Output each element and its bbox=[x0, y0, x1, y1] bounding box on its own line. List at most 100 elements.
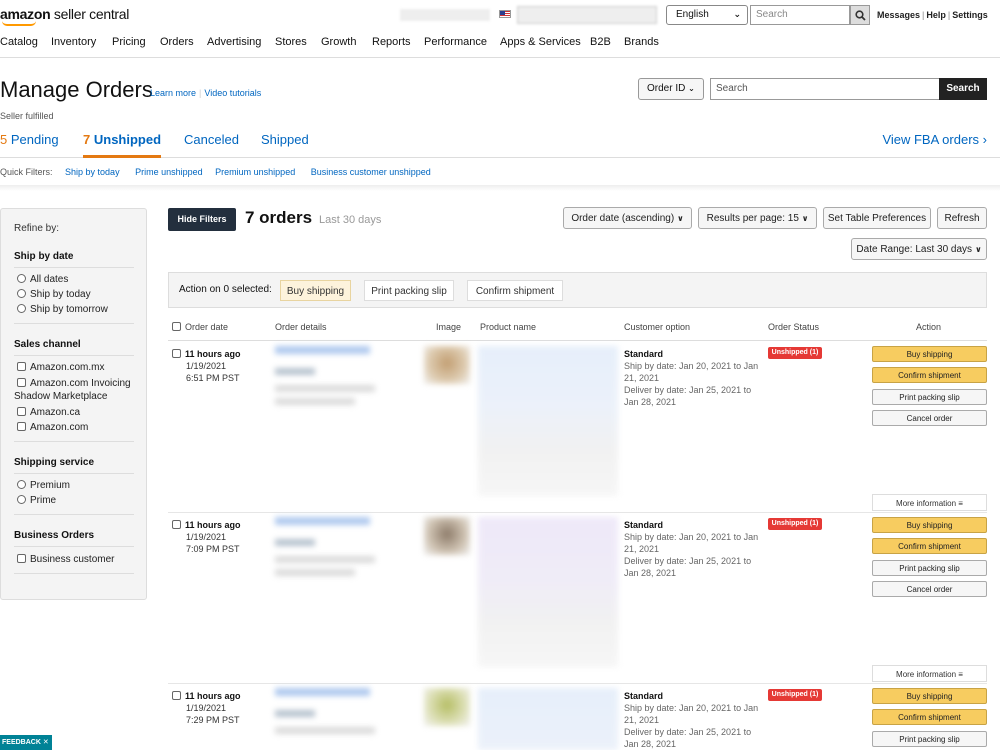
nav-inventory[interactable]: Inventory bbox=[51, 36, 96, 48]
radio-prime[interactable]: Prime bbox=[17, 495, 56, 506]
product-name-redacted bbox=[478, 517, 618, 667]
order-id-select[interactable]: Order ID ⌄ bbox=[638, 78, 704, 100]
header-search-input[interactable]: Search bbox=[750, 5, 850, 25]
chevron-down-icon: ⌄ bbox=[688, 84, 695, 93]
row-checkbox[interactable] bbox=[172, 691, 181, 700]
bulk-buy-shipping-button[interactable]: Buy shipping bbox=[280, 280, 351, 301]
order-details-redacted bbox=[275, 688, 395, 748]
checkbox-amazon-ca[interactable]: Amazon.ca bbox=[17, 407, 80, 418]
col-action: Action bbox=[916, 322, 942, 332]
selected-count-label: Action on 0 selected: bbox=[179, 284, 272, 295]
buy-shipping-button[interactable]: Buy shipping bbox=[872, 517, 987, 533]
learn-more-link[interactable]: Learn more bbox=[150, 88, 196, 98]
confirm-shipment-button[interactable]: Confirm shipment bbox=[872, 367, 987, 383]
nav-orders[interactable]: Orders bbox=[160, 36, 194, 48]
print-packing-slip-button[interactable]: Print packing slip bbox=[872, 560, 987, 576]
more-information-button[interactable]: More information ≡ bbox=[872, 494, 987, 511]
col-product-name: Product name bbox=[480, 322, 537, 332]
nav-stores[interactable]: Stores bbox=[275, 36, 307, 48]
radio-all-dates[interactable]: All dates bbox=[17, 274, 68, 285]
product-name-redacted bbox=[478, 346, 618, 496]
date-range-select[interactable]: Date Range: Last 30 days ∨ bbox=[851, 238, 987, 260]
video-tutorials-link[interactable]: Video tutorials bbox=[204, 88, 261, 98]
sales-channel-heading: Sales channel bbox=[14, 339, 81, 350]
print-packing-slip-button[interactable]: Print packing slip bbox=[872, 731, 987, 747]
buy-shipping-button[interactable]: Buy shipping bbox=[872, 688, 987, 704]
checkbox-amazon-invoicing-shadow[interactable]: Amazon.com Invoicing Shadow Marketplace bbox=[14, 377, 138, 403]
cancel-order-button[interactable]: Cancel order bbox=[872, 410, 987, 426]
page-title: Manage Orders bbox=[0, 77, 153, 102]
sort-select[interactable]: Order date (ascending) ∨ bbox=[563, 207, 692, 229]
messages-link[interactable]: Messages bbox=[877, 10, 920, 20]
row-checkbox[interactable] bbox=[172, 349, 181, 358]
buy-shipping-button[interactable]: Buy shipping bbox=[872, 346, 987, 362]
nav-brands[interactable]: Brands bbox=[624, 36, 659, 48]
table-preferences-button[interactable]: Set Table Preferences bbox=[823, 207, 931, 229]
confirm-shipment-button[interactable]: Confirm shipment bbox=[872, 538, 987, 554]
results-per-page-select[interactable]: Results per page: 15 ∨ bbox=[698, 207, 817, 229]
filter-sidebar: Refine by: Ship by date All dates Ship b… bbox=[0, 208, 147, 600]
cancel-order-button[interactable]: Cancel order bbox=[872, 581, 987, 597]
ship-by-date-heading: Ship by date bbox=[14, 251, 74, 262]
marketplace-selector-redacted[interactable] bbox=[517, 6, 657, 24]
chevron-down-icon: ∨ bbox=[975, 245, 982, 254]
help-link[interactable]: Help bbox=[926, 10, 946, 20]
tab-shipped[interactable]: Shipped bbox=[261, 132, 309, 147]
quick-filter-ship-today[interactable]: Ship by today bbox=[65, 167, 120, 177]
confirm-shipment-button[interactable]: Confirm shipment bbox=[872, 709, 987, 725]
checkbox-business-customer[interactable]: Business customer bbox=[17, 554, 114, 565]
checkbox-amazon-com[interactable]: Amazon.com bbox=[17, 422, 88, 433]
order-row-date: 11 hours ago 1/19/2021 7:29 PM PST bbox=[172, 690, 241, 726]
bulk-confirm-shipment-button[interactable]: Confirm shipment bbox=[467, 280, 563, 301]
bulk-print-packing-slip-button[interactable]: Print packing slip bbox=[364, 280, 454, 301]
product-image-redacted bbox=[424, 688, 470, 726]
tab-pending[interactable]: 5 Pending bbox=[0, 132, 59, 147]
search-button[interactable]: Search bbox=[939, 78, 987, 100]
tab-unshipped[interactable]: 7 Unshipped bbox=[83, 132, 162, 158]
nav-performance[interactable]: Performance bbox=[424, 36, 487, 48]
col-order-status: Order Status bbox=[768, 322, 820, 332]
order-row-date: 11 hours ago 1/19/2021 6:51 PM PST bbox=[172, 348, 241, 384]
shipping-service-heading: Shipping service bbox=[14, 457, 95, 468]
us-flag-icon[interactable] bbox=[499, 10, 511, 18]
more-information-button[interactable]: More information ≡ bbox=[872, 665, 987, 682]
nav-pricing[interactable]: Pricing bbox=[112, 36, 146, 48]
select-all-checkbox[interactable]: Order date bbox=[172, 322, 228, 332]
nav-apps-services[interactable]: Apps & Services bbox=[500, 36, 581, 48]
tab-canceled[interactable]: Canceled bbox=[184, 132, 239, 147]
quick-filters: Quick Filters: Ship by today Prime unshi… bbox=[0, 167, 431, 177]
order-details-redacted bbox=[275, 517, 395, 587]
quick-filter-prime-unshipped[interactable]: Prime unshipped bbox=[135, 167, 203, 177]
close-icon[interactable]: ✕ bbox=[43, 739, 49, 746]
row-checkbox[interactable] bbox=[172, 520, 181, 529]
order-search-input[interactable]: Search bbox=[710, 78, 940, 100]
nav-catalog[interactable]: Catalog bbox=[0, 36, 38, 48]
print-packing-slip-button[interactable]: Print packing slip bbox=[872, 389, 987, 405]
status-badge: Unshipped (1) bbox=[768, 518, 822, 530]
status-badge: Unshipped (1) bbox=[768, 347, 822, 359]
search-icon[interactable] bbox=[850, 5, 870, 25]
nav-reports[interactable]: Reports bbox=[372, 36, 411, 48]
nav-advertising[interactable]: Advertising bbox=[207, 36, 261, 48]
checkbox-amazon-mx[interactable]: Amazon.com.mx bbox=[17, 362, 104, 373]
quick-filter-business-unshipped[interactable]: Business customer unshipped bbox=[311, 167, 431, 177]
settings-link[interactable]: Settings bbox=[952, 10, 988, 20]
refresh-button[interactable]: Refresh bbox=[937, 207, 987, 229]
hide-filters-button[interactable]: Hide Filters bbox=[168, 208, 236, 231]
radio-ship-tomorrow[interactable]: Ship by tomorrow bbox=[17, 304, 108, 315]
view-fba-orders-link[interactable]: View FBA orders › bbox=[882, 132, 987, 147]
chevron-down-icon: ∨ bbox=[801, 214, 809, 223]
product-name-redacted bbox=[478, 688, 618, 750]
orders-count: 7 orders bbox=[245, 208, 313, 227]
quick-filter-premium-unshipped[interactable]: Premium unshipped bbox=[215, 167, 295, 177]
nav-growth[interactable]: Growth bbox=[321, 36, 356, 48]
feedback-tab[interactable]: FEEDBACK ✕ bbox=[0, 735, 52, 750]
status-badge: Unshipped (1) bbox=[768, 689, 822, 701]
radio-ship-today[interactable]: Ship by today bbox=[17, 289, 91, 300]
nav-b2b[interactable]: B2B bbox=[590, 36, 611, 48]
menu-icon: ≡ bbox=[958, 499, 963, 508]
seller-central-logo[interactable]: amazon seller central bbox=[0, 6, 129, 26]
radio-premium[interactable]: Premium bbox=[17, 480, 70, 491]
customer-option: Standard Ship by date: Jan 20, 2021 to J… bbox=[624, 349, 759, 407]
language-select[interactable]: English ⌄ bbox=[666, 5, 748, 25]
